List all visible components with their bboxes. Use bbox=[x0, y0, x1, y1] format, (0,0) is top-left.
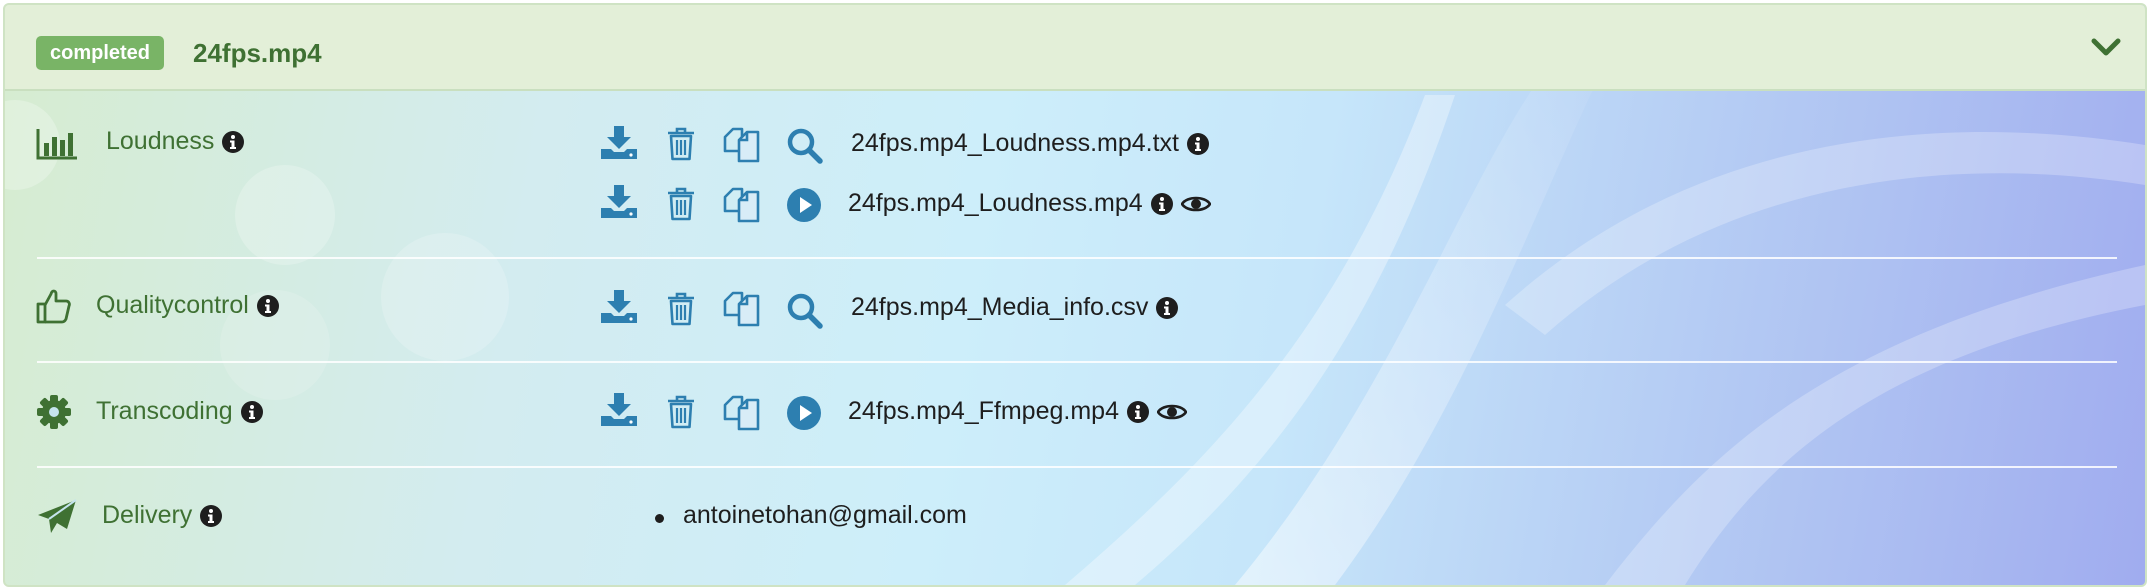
download-icon[interactable] bbox=[601, 393, 637, 426]
info-icon[interactable] bbox=[256, 295, 279, 318]
info-icon[interactable] bbox=[240, 401, 263, 424]
section-divider bbox=[37, 361, 2117, 363]
list-bullet bbox=[655, 514, 664, 523]
bar-chart-icon bbox=[36, 129, 77, 160]
file-name[interactable]: 24fps.mp4_Ffmpeg.mp4 bbox=[848, 397, 1119, 425]
file-row: 24fps.mp4_Loudness.mp4.txt bbox=[851, 127, 1209, 159]
section-transcoding: Transcoding bbox=[96, 395, 263, 427]
play-icon[interactable] bbox=[787, 188, 821, 222]
trash-icon[interactable] bbox=[667, 292, 695, 326]
play-icon[interactable] bbox=[787, 396, 821, 430]
eye-icon[interactable] bbox=[1156, 401, 1187, 423]
file-name[interactable]: 24fps.mp4_Loudness.mp4.txt bbox=[851, 129, 1179, 157]
info-icon[interactable] bbox=[1156, 297, 1179, 320]
download-icon[interactable] bbox=[601, 290, 637, 323]
info-icon[interactable] bbox=[1150, 193, 1173, 216]
info-icon[interactable] bbox=[1126, 401, 1149, 424]
file-row: 24fps.mp4_Loudness.mp4 bbox=[848, 187, 1211, 219]
file-name[interactable]: 24fps.mp4_Loudness.mp4 bbox=[848, 189, 1143, 217]
trash-icon[interactable] bbox=[667, 187, 695, 221]
section-label: Loudness bbox=[106, 127, 215, 155]
info-icon[interactable] bbox=[1186, 133, 1209, 156]
section-label: Transcoding bbox=[96, 397, 233, 425]
file-title: 24fps.mp4 bbox=[193, 38, 322, 68]
search-icon[interactable] bbox=[787, 128, 823, 164]
file-name[interactable]: 24fps.mp4_Media_info.csv bbox=[851, 293, 1148, 321]
panel-header[interactable]: completed 24fps.mp4 bbox=[5, 5, 2145, 91]
copy-icon[interactable] bbox=[723, 126, 760, 163]
search-icon[interactable] bbox=[787, 293, 823, 329]
download-icon[interactable] bbox=[601, 185, 637, 218]
copy-icon[interactable] bbox=[723, 290, 760, 327]
eye-icon[interactable] bbox=[1180, 193, 1211, 215]
section-divider bbox=[37, 257, 2117, 259]
thumbs-up-icon bbox=[36, 289, 71, 324]
delivery-recipient: antoinetohan@gmail.com bbox=[683, 501, 967, 529]
paper-plane-icon bbox=[38, 499, 77, 533]
section-loudness: Loudness bbox=[106, 125, 245, 157]
file-row: 24fps.mp4_Media_info.csv bbox=[851, 291, 1179, 323]
file-row: 24fps.mp4_Ffmpeg.mp4 bbox=[848, 395, 1187, 427]
copy-icon[interactable] bbox=[723, 394, 760, 431]
trash-icon[interactable] bbox=[667, 395, 695, 429]
info-icon[interactable] bbox=[222, 131, 245, 154]
section-label: Delivery bbox=[102, 501, 193, 529]
section-divider bbox=[37, 466, 2117, 468]
download-icon[interactable] bbox=[601, 126, 637, 159]
chevron-down-icon[interactable] bbox=[2090, 35, 2122, 59]
copy-icon[interactable] bbox=[723, 186, 760, 223]
job-panel: completed 24fps.mp4 Loudness 24fps.mp4_L… bbox=[3, 3, 2147, 587]
section-label: Qualitycontrol bbox=[96, 291, 249, 319]
status-badge: completed bbox=[36, 36, 165, 70]
section-delivery: Delivery bbox=[102, 499, 223, 531]
gear-icon bbox=[37, 395, 71, 429]
info-icon[interactable] bbox=[200, 505, 223, 528]
section-qualitycontrol: Qualitycontrol bbox=[96, 289, 279, 321]
trash-icon[interactable] bbox=[667, 127, 695, 161]
